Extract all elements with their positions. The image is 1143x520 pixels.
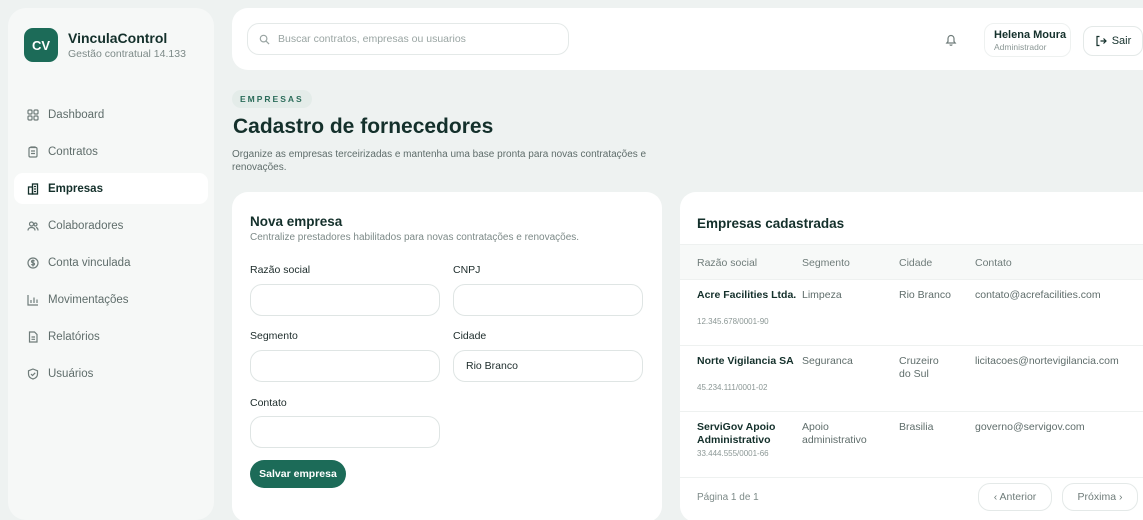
brand-logo: CV <box>24 28 58 62</box>
cell-cidade: Brasilia <box>899 421 934 433</box>
cell-cidade: Rio Branco <box>899 289 951 301</box>
logout-button[interactable]: Sair <box>1083 26 1143 56</box>
sidebar: CV VinculaControl Gestão contratual 14.1… <box>8 8 214 520</box>
main-content: Helena Moura Administrador Sair EMPRESAS… <box>222 0 1143 520</box>
previous-page-button[interactable]: ‹ Anterior <box>978 483 1052 511</box>
account-icon <box>27 256 39 269</box>
table-row[interactable]: ServiGov Apoio Administrativo 33.444.555… <box>680 413 1143 478</box>
brand-text: VinculaControl Gestão contratual 14.133 <box>68 30 186 60</box>
shield-icon <box>27 367 39 380</box>
cidade-label: Cidade <box>453 330 487 342</box>
chart-icon <box>27 294 38 306</box>
cell-segmento: Limpeza <box>802 289 842 301</box>
cell-cidade: Cruzeiro do Sul <box>899 355 939 380</box>
users-icon <box>27 220 39 231</box>
contato-field[interactable] <box>250 416 440 448</box>
sidebar-item-label: Contratos <box>48 145 98 158</box>
page-description: Organize as empresas terceirizadas e man… <box>232 149 647 173</box>
sidebar-item-colaboradores[interactable]: Colaboradores <box>14 210 208 241</box>
cell-cnpj: 45.234.111/0001-02 <box>697 383 768 392</box>
sidebar-item-label: Usuários <box>48 367 94 380</box>
segmento-label: Segmento <box>250 330 298 342</box>
section-badge: EMPRESAS <box>232 90 312 108</box>
cnpj-field[interactable] <box>453 284 643 316</box>
cidade-field[interactable] <box>453 350 643 382</box>
column-header-cidade: Cidade <box>899 257 933 269</box>
search-box[interactable] <box>247 23 569 55</box>
sidebar-item-label: Colaboradores <box>48 219 124 232</box>
dashboard-icon <box>27 108 39 121</box>
cell-razao: Norte Vigilancia SA <box>697 355 794 367</box>
table-row[interactable]: Norte Vigilancia SA 45.234.111/0001-02 S… <box>680 347 1143 412</box>
sidebar-item-usuarios[interactable]: Usuários <box>14 358 208 389</box>
topbar: Helena Moura Administrador Sair <box>232 8 1143 70</box>
sidebar-item-label: Movimentações <box>48 293 129 306</box>
user-name: Helena Moura <box>994 29 1067 41</box>
table-title: Empresas cadastradas <box>697 216 845 231</box>
cell-contato: contato@acrefacilities.com <box>975 289 1101 301</box>
cell-razao: Acre Facilities Ltda. <box>697 289 797 301</box>
brand-subtitle: Gestão contratual 14.133 <box>68 48 186 60</box>
table-row[interactable]: Acre Facilities Ltda. 12.345.678/0001-90… <box>680 281 1143 346</box>
pagination-text: Página 1 de 1 <box>697 492 759 503</box>
brand-name: VinculaControl <box>68 30 168 46</box>
column-header-razao: Razão social <box>697 257 758 269</box>
sidebar-item-contratos[interactable]: Contratos <box>14 136 208 167</box>
cell-contato: governo@servigov.com <box>975 421 1085 433</box>
cell-razao: ServiGov Apoio Administrativo <box>697 421 776 446</box>
logout-icon <box>1096 35 1107 47</box>
table-header: Razão social Segmento Cidade Contato <box>680 244 1143 280</box>
logout-label: Sair <box>1111 35 1132 47</box>
contracts-icon <box>28 145 38 158</box>
report-icon <box>28 330 38 343</box>
sidebar-item-relatorios[interactable]: Relatórios <box>14 321 208 352</box>
sidebar-item-label: Conta vinculada <box>48 256 131 269</box>
razao-social-label: Razão social <box>250 264 311 276</box>
cell-segmento: Seguranca <box>802 355 853 367</box>
sidebar-item-label: Dashboard <box>48 108 105 121</box>
sidebar-item-dashboard[interactable]: Dashboard <box>14 99 208 130</box>
form-subtitle: Centralize prestadores habilitados para … <box>250 232 580 243</box>
cell-contato: licitacoes@nortevigilancia.com <box>975 355 1119 367</box>
cell-cnpj: 12.345.678/0001-90 <box>697 317 769 326</box>
companies-icon <box>27 182 39 195</box>
form-title: Nova empresa <box>250 214 343 229</box>
cell-segmento: Apoio administrativo <box>802 421 867 446</box>
cell-cnpj: 33.444.555/0001-66 <box>697 449 769 458</box>
brand[interactable]: CV VinculaControl Gestão contratual 14.1… <box>24 28 186 62</box>
sidebar-item-movimentacoes[interactable]: Movimentações <box>14 284 208 315</box>
razao-social-field[interactable] <box>250 284 440 316</box>
new-company-form: Nova empresa Centralize prestadores habi… <box>232 192 662 520</box>
companies-table-card: Empresas cadastradas Razão social Segmen… <box>680 192 1143 520</box>
column-header-segmento: Segmento <box>802 257 850 269</box>
contato-label: Contato <box>250 397 287 409</box>
sidebar-item-empresas[interactable]: Empresas <box>14 173 208 204</box>
cnpj-label: CNPJ <box>453 264 481 276</box>
bell-icon[interactable] <box>945 33 957 46</box>
sidebar-item-label: Empresas <box>48 182 103 195</box>
next-page-button[interactable]: Próxima › <box>1062 483 1138 511</box>
search-input[interactable] <box>278 33 558 45</box>
user-role: Administrador <box>994 42 1047 52</box>
sidebar-item-label: Relatórios <box>48 330 100 343</box>
user-menu[interactable]: Helena Moura Administrador <box>984 23 1071 57</box>
segmento-field[interactable] <box>250 350 440 382</box>
save-company-button[interactable]: Salvar empresa <box>250 460 346 488</box>
column-header-contato: Contato <box>975 257 1012 269</box>
sidebar-nav: Dashboard Contratos Empresas Colaborador… <box>14 99 208 395</box>
page-title: Cadastro de fornecedores <box>233 115 494 138</box>
search-icon <box>259 34 270 45</box>
sidebar-item-conta-vinculada[interactable]: Conta vinculada <box>14 247 208 278</box>
